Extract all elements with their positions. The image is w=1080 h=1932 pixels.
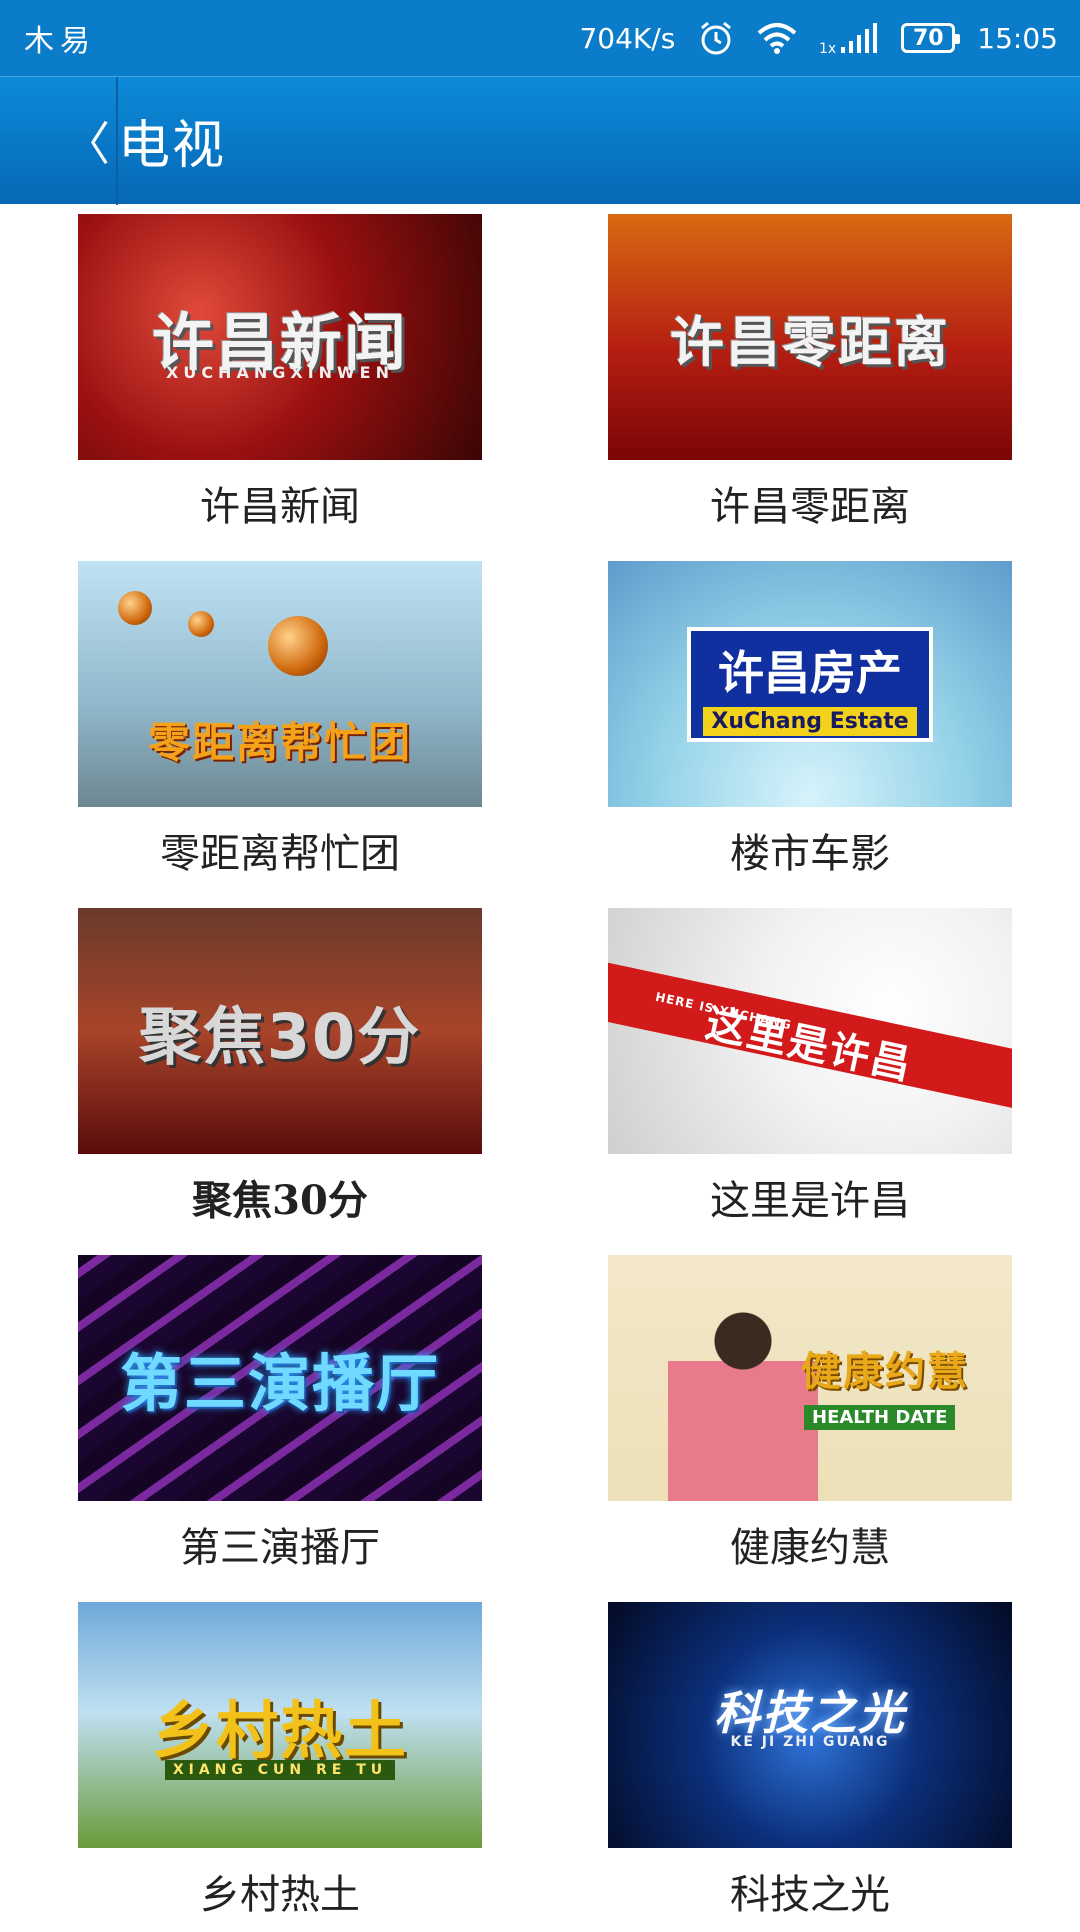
thumbnail-title: 聚焦30分 bbox=[138, 1000, 422, 1073]
program-card-xuchang-zero-distance[interactable]: 许昌零距离 许昌零距离 bbox=[608, 214, 1012, 544]
back-arrow-icon: 〈 bbox=[64, 116, 110, 171]
program-card-rural-land[interactable]: 乡村热土 XIANG CUN RE TU 乡村热土 bbox=[78, 1602, 482, 1932]
page-title: 电视 bbox=[118, 116, 227, 176]
thumbnail-subtitle: XUCHANGXINWEN bbox=[165, 363, 394, 382]
program-caption[interactable]: 楼市车影 bbox=[608, 821, 1012, 879]
estate-logo: 许昌房产 XuChang Estate bbox=[687, 626, 933, 742]
thumbnail-subtitle: XIANG CUN RE TU bbox=[164, 1760, 396, 1780]
program-card-here-is-xuchang[interactable]: HERE IS XUCHANG 这里是许昌 这里是许昌 bbox=[608, 908, 1012, 1238]
program-caption[interactable]: 这里是许昌 bbox=[608, 1168, 1012, 1226]
thumbnail-title: 健康约慧 bbox=[801, 1349, 969, 1395]
program-thumbnail[interactable]: HERE IS XUCHANG 这里是许昌 bbox=[608, 908, 1012, 1154]
decor-sphere bbox=[118, 591, 152, 625]
program-caption[interactable]: 健康约慧 bbox=[608, 1515, 1012, 1573]
thumbnail-title: 第三演播厅 bbox=[119, 1347, 440, 1420]
thumbnail-title: 许昌房产 bbox=[718, 645, 902, 700]
carrier-label: 木易 bbox=[24, 24, 96, 59]
thumbnail-subtitle: XuChang Estate bbox=[703, 706, 917, 736]
program-thumbnail[interactable]: 许昌零距离 bbox=[608, 214, 1012, 460]
program-caption[interactable]: 乡村热土 bbox=[78, 1862, 482, 1920]
thumbnail-subtitle: KE JI ZHI GUANG bbox=[730, 1734, 890, 1750]
thumbnail-title: 零距离帮忙团 bbox=[147, 717, 412, 767]
program-card-property[interactable]: 许昌房产 XuChang Estate 楼市车影 bbox=[608, 561, 1012, 891]
program-caption[interactable]: 聚焦30分 bbox=[78, 1168, 482, 1226]
thumbnail-title: 许昌零距离 bbox=[670, 310, 950, 374]
program-caption[interactable]: 第三演播厅 bbox=[78, 1515, 482, 1573]
cellular-signal-icon: 1x bbox=[819, 21, 879, 55]
program-caption[interactable]: 许昌零距离 bbox=[608, 474, 1012, 532]
program-card-help-team[interactable]: 零距离帮忙团 零距离帮忙团 bbox=[78, 561, 482, 891]
back-button[interactable]: 〈 bbox=[0, 76, 118, 205]
program-thumbnail[interactable]: 零距离帮忙团 bbox=[78, 561, 482, 807]
alarm-icon bbox=[697, 19, 735, 57]
program-thumbnail[interactable]: 许昌房产 XuChang Estate bbox=[608, 561, 1012, 807]
program-thumbnail[interactable]: 乡村热土 XIANG CUN RE TU bbox=[78, 1602, 482, 1848]
program-thumbnail[interactable]: 科技之光 KE JI ZHI GUANG bbox=[608, 1602, 1012, 1848]
status-bar: 木易 704K/s 1x 70 15:05 bbox=[0, 0, 1080, 76]
program-card-tech-light[interactable]: 科技之光 KE JI ZHI GUANG 科技之光 bbox=[608, 1602, 1012, 1932]
program-thumbnail[interactable]: 第三演播厅 bbox=[78, 1255, 482, 1501]
network-speed: 704K/s bbox=[579, 21, 676, 55]
thumbnail-title: 乡村热土 bbox=[151, 1694, 408, 1767]
app-bar: 〈 电视 bbox=[0, 76, 1080, 205]
program-card-health-date[interactable]: 健康约慧 HEALTH DATE 健康约慧 bbox=[608, 1255, 1012, 1585]
program-thumbnail[interactable]: 健康约慧 HEALTH DATE bbox=[608, 1255, 1012, 1501]
clock: 15:05 bbox=[977, 21, 1058, 55]
thumbnail-subtitle: HEALTH DATE bbox=[804, 1405, 956, 1430]
program-thumbnail[interactable]: 聚焦30分 bbox=[78, 908, 482, 1154]
program-thumbnail[interactable]: 许昌新闻 XUCHANGXINWEN bbox=[78, 214, 482, 460]
decor-sphere bbox=[188, 611, 214, 637]
decor-sphere bbox=[268, 616, 328, 676]
presenter-figure bbox=[668, 1301, 818, 1501]
program-caption[interactable]: 许昌新闻 bbox=[78, 474, 482, 532]
program-card-studio-three[interactable]: 第三演播厅 第三演播厅 bbox=[78, 1255, 482, 1585]
program-card-focus-30[interactable]: 聚焦30分 聚焦30分 bbox=[78, 908, 482, 1238]
program-caption[interactable]: 零距离帮忙团 bbox=[78, 821, 482, 879]
program-caption[interactable]: 科技之光 bbox=[608, 1862, 1012, 1920]
battery-icon: 70 bbox=[901, 23, 961, 53]
wifi-icon bbox=[757, 21, 797, 55]
status-indicators: 704K/s 1x 70 15:05 bbox=[579, 19, 1058, 57]
svg-text:1x: 1x bbox=[819, 41, 836, 55]
program-card-xuchang-news[interactable]: 许昌新闻 XUCHANGXINWEN 许昌新闻 bbox=[78, 214, 482, 544]
